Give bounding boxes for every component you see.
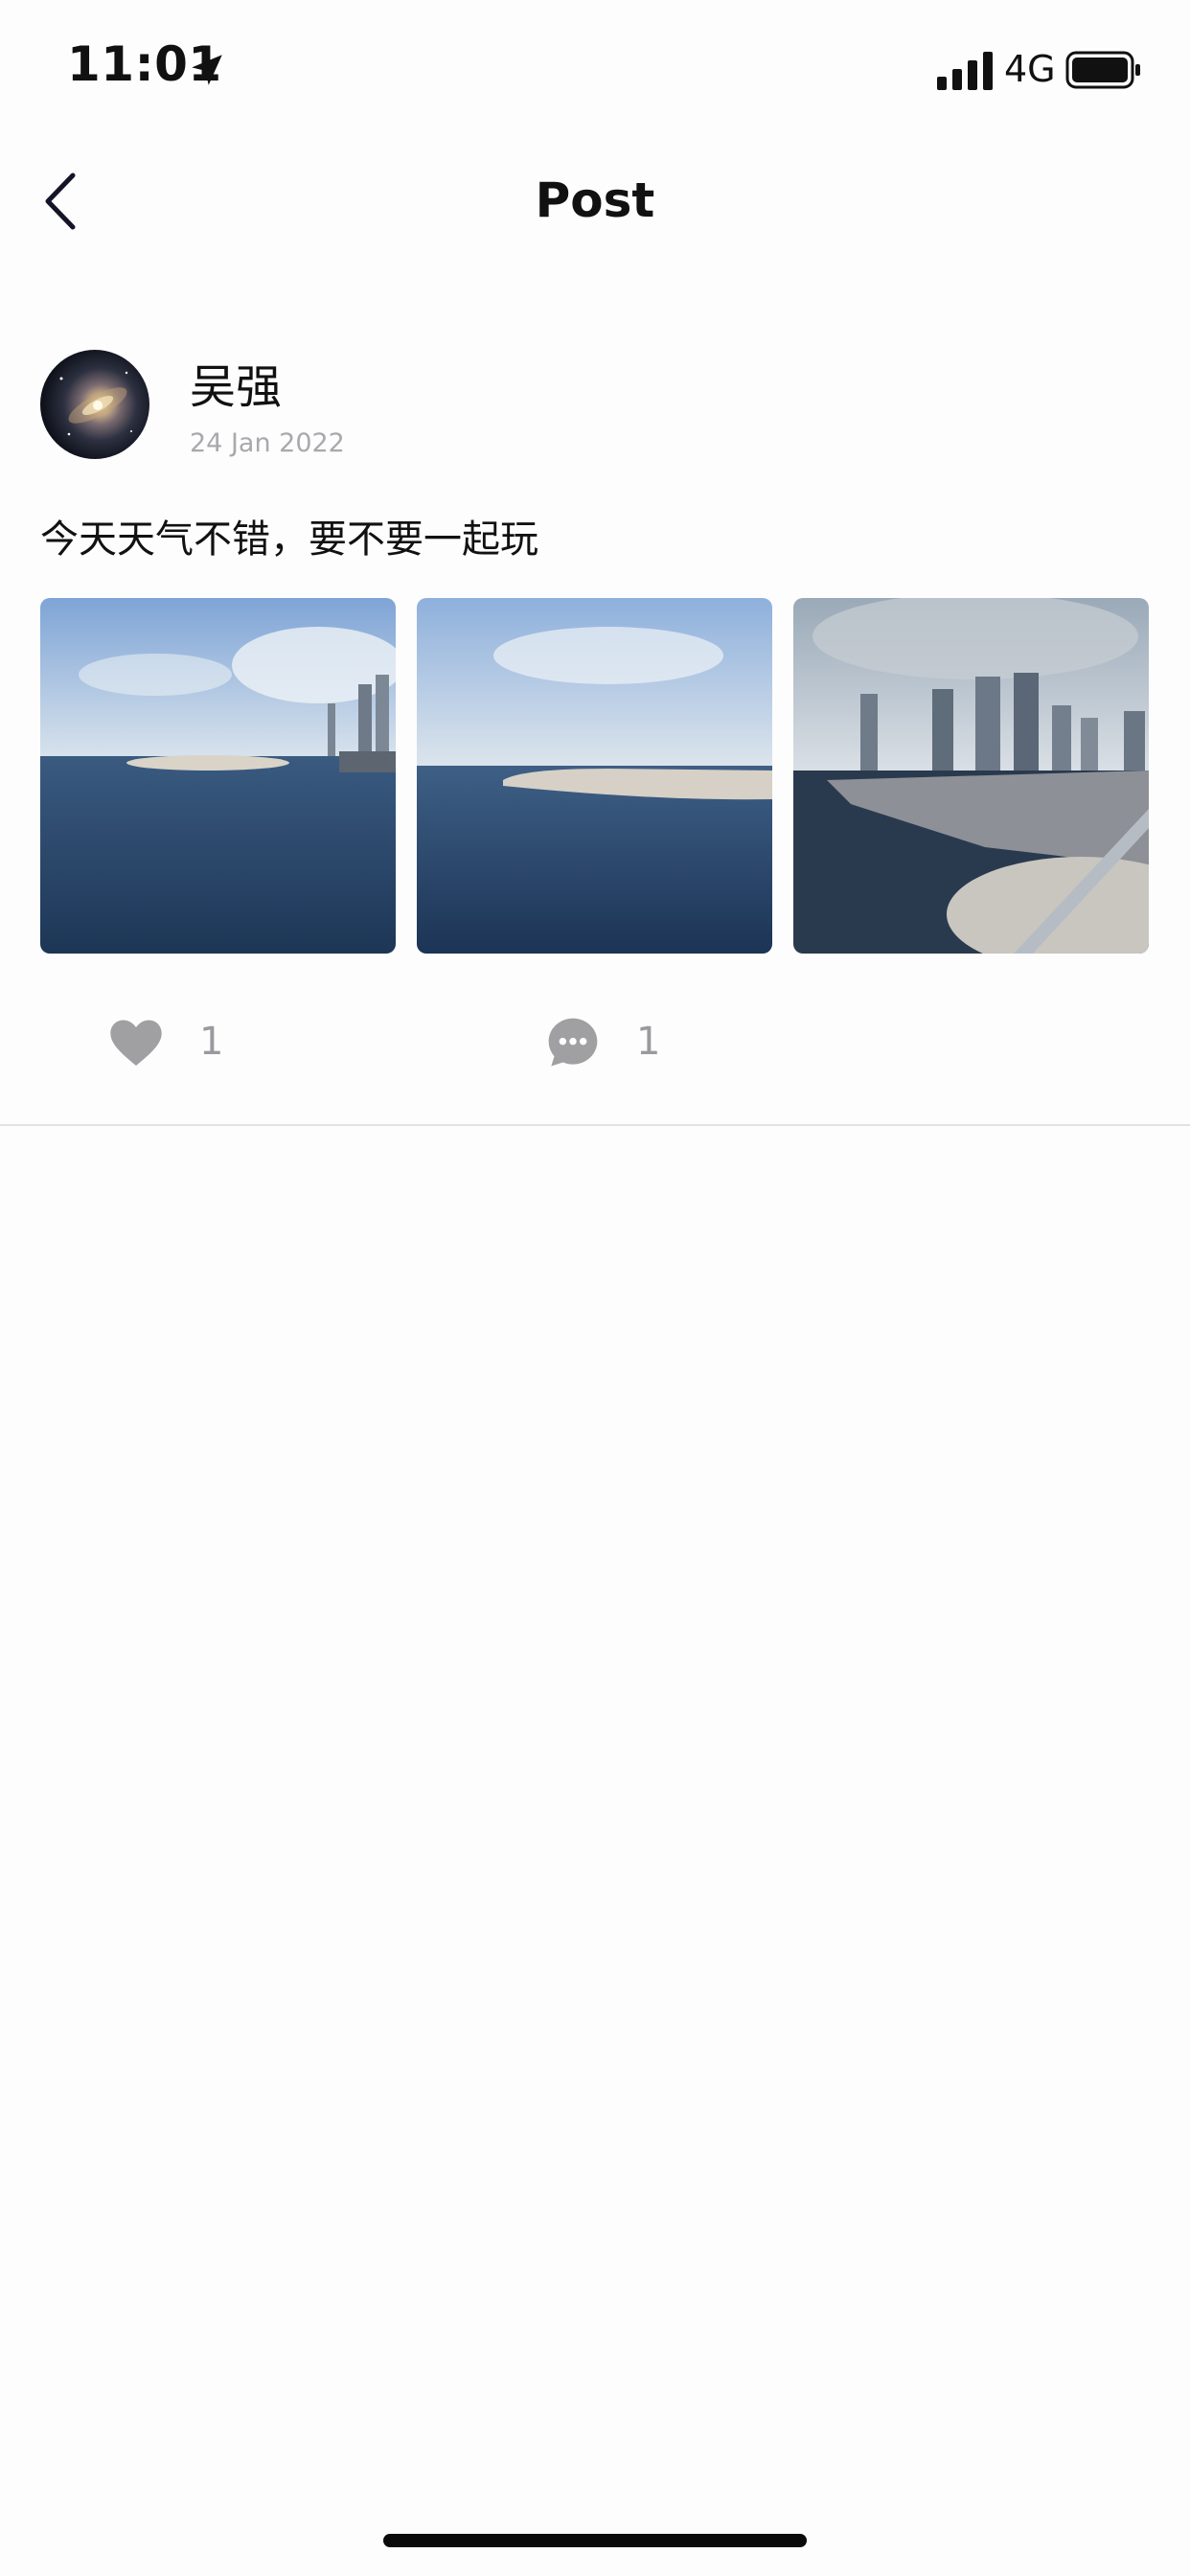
comment-count: 1	[636, 1020, 661, 1064]
chat-bubble-icon	[548, 1018, 598, 1067]
page-title: Post	[535, 172, 655, 228]
post-photo-1[interactable]	[40, 598, 396, 954]
avatar[interactable]	[40, 350, 149, 459]
post-text: 今天天气不错，要不要一起玩	[40, 518, 538, 562]
photo-grid	[40, 598, 1150, 954]
divider	[0, 1124, 1190, 1126]
location-arrow-icon	[192, 55, 222, 85]
post-date: 24 Jan 2022	[190, 428, 345, 458]
galaxy-image	[59, 371, 132, 436]
network-type: 4G	[1004, 48, 1056, 90]
post-photo-2[interactable]	[417, 598, 772, 954]
author-name[interactable]: 吴强	[190, 349, 282, 416]
signal-icon	[937, 52, 993, 90]
home-indicator[interactable]	[383, 2534, 807, 2547]
post-photo-3[interactable]	[793, 598, 1149, 954]
status-bar: 11:01 4G	[0, 0, 1190, 144]
like-count: 1	[199, 1020, 224, 1064]
battery-icon	[1065, 51, 1140, 89]
heart-icon	[110, 1020, 162, 1066]
nav-bar: Post	[0, 144, 1190, 259]
